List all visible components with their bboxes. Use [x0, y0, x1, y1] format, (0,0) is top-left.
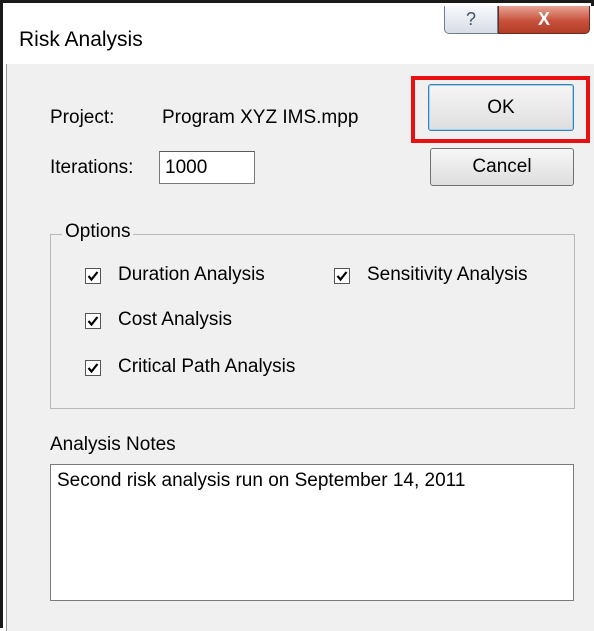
- iterations-label: Iterations:: [50, 157, 134, 178]
- project-label: Project:: [50, 107, 115, 128]
- checkmark-icon: [87, 271, 99, 282]
- dialog-body: Project: Program XYZ IMS.mpp OK Iteratio…: [6, 64, 594, 631]
- close-icon: X: [537, 9, 550, 29]
- title-bar: Risk Analysis ? X: [6, 6, 594, 64]
- help-icon: ?: [465, 9, 476, 29]
- help-button[interactable]: ?: [444, 6, 498, 34]
- checkmark-icon: [87, 316, 99, 327]
- sensitivity-checkbox[interactable]: [334, 268, 350, 284]
- cost-label[interactable]: Cost Analysis: [118, 309, 232, 331]
- cancel-button[interactable]: Cancel: [430, 148, 574, 186]
- checkmark-icon: [87, 363, 99, 374]
- iterations-input[interactable]: 1000: [159, 151, 255, 184]
- project-name: Program XYZ IMS.mpp: [162, 107, 359, 128]
- critical-path-label[interactable]: Critical Path Analysis: [118, 356, 295, 378]
- cost-checkbox[interactable]: [85, 313, 101, 329]
- duration-checkbox[interactable]: [85, 268, 101, 284]
- dialog-window: Risk Analysis ? X Project: Program XYZ I…: [0, 0, 594, 631]
- checkmark-icon: [336, 271, 348, 282]
- notes-textarea[interactable]: Second risk analysis run on September 14…: [50, 464, 574, 601]
- close-button[interactable]: X: [498, 6, 590, 34]
- options-legend: Options: [62, 221, 134, 243]
- duration-label[interactable]: Duration Analysis: [118, 264, 265, 286]
- critical-path-checkbox[interactable]: [85, 360, 101, 376]
- ok-button[interactable]: OK: [428, 84, 574, 131]
- sensitivity-label[interactable]: Sensitivity Analysis: [367, 264, 528, 286]
- notes-label: Analysis Notes: [50, 434, 176, 455]
- window-title: Risk Analysis: [19, 28, 143, 51]
